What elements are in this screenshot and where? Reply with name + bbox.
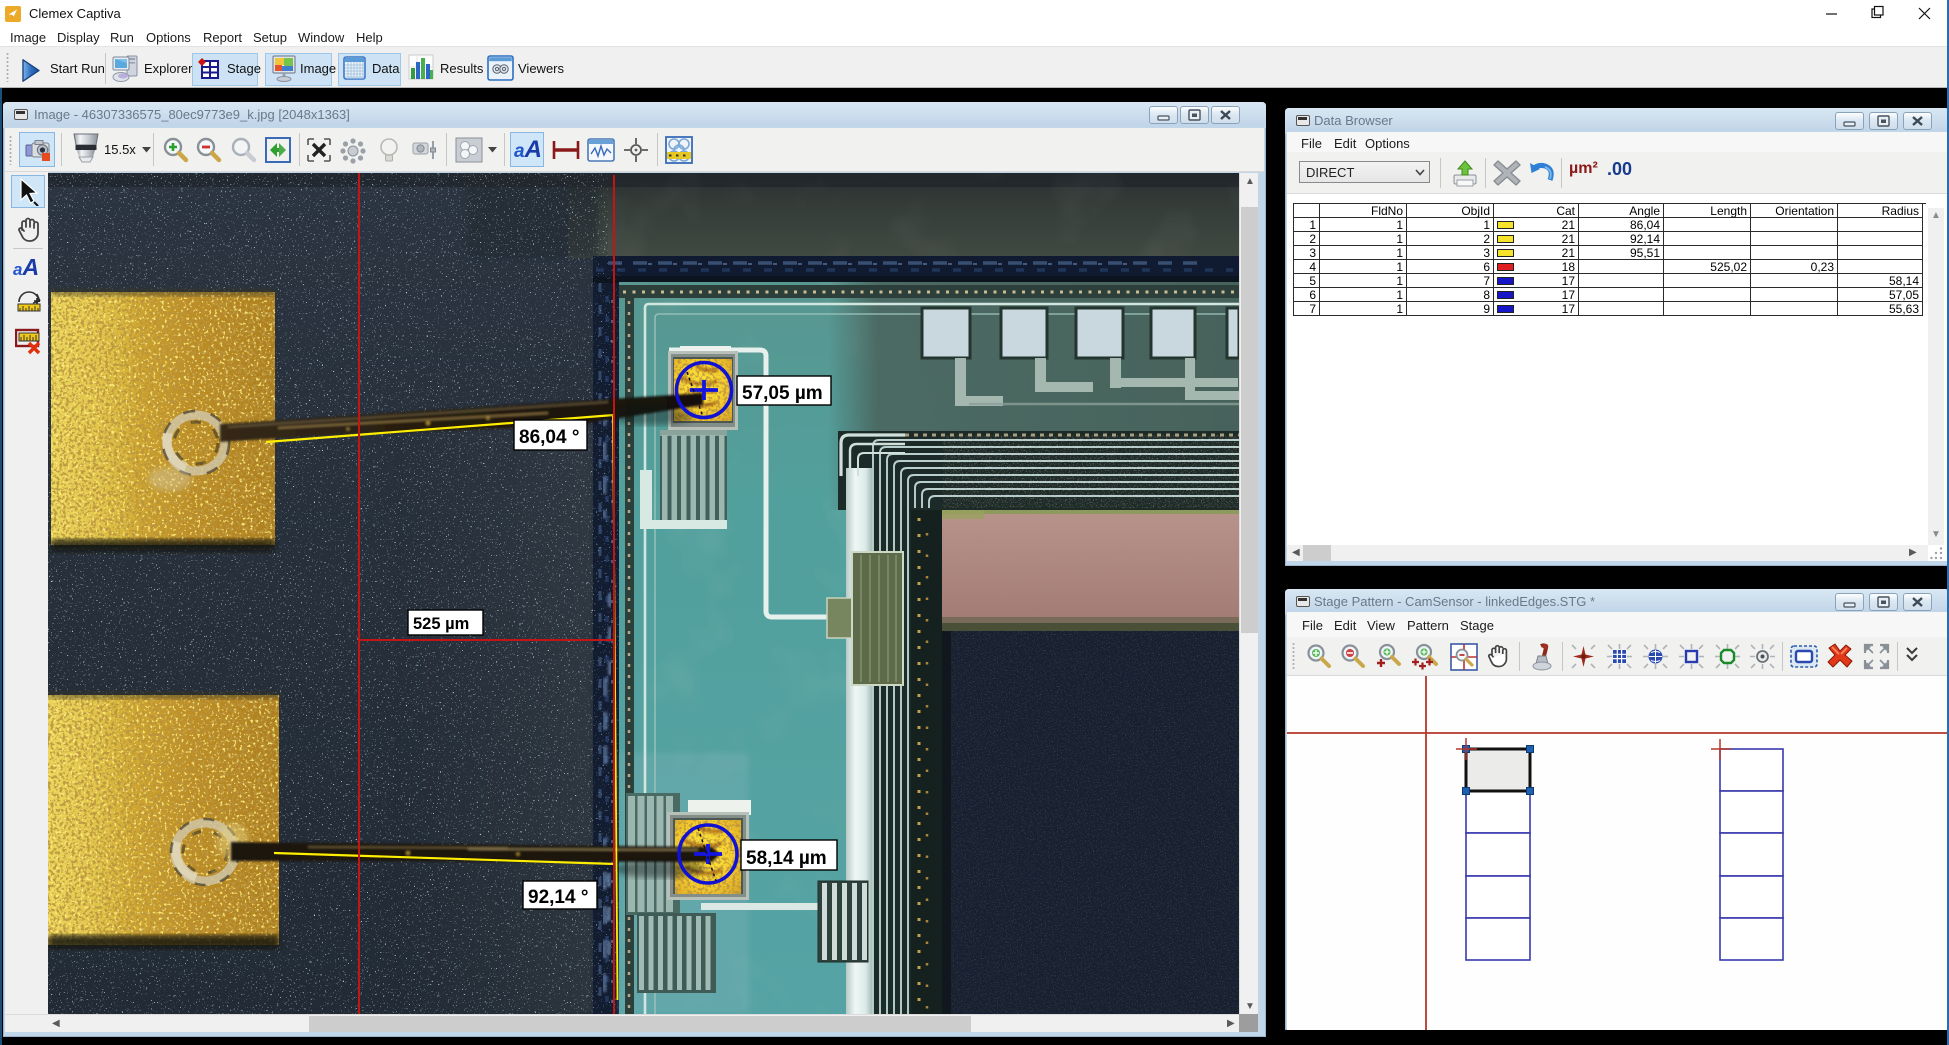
svg-text:86,04 °: 86,04 ° — [519, 427, 579, 448]
svg-text:57,05 µm: 57,05 µm — [742, 383, 823, 404]
svg-text:58,14 µm: 58,14 µm — [746, 848, 827, 869]
svg-text:92,14 °: 92,14 ° — [528, 887, 588, 908]
svg-text:525 µm: 525 µm — [413, 615, 469, 633]
